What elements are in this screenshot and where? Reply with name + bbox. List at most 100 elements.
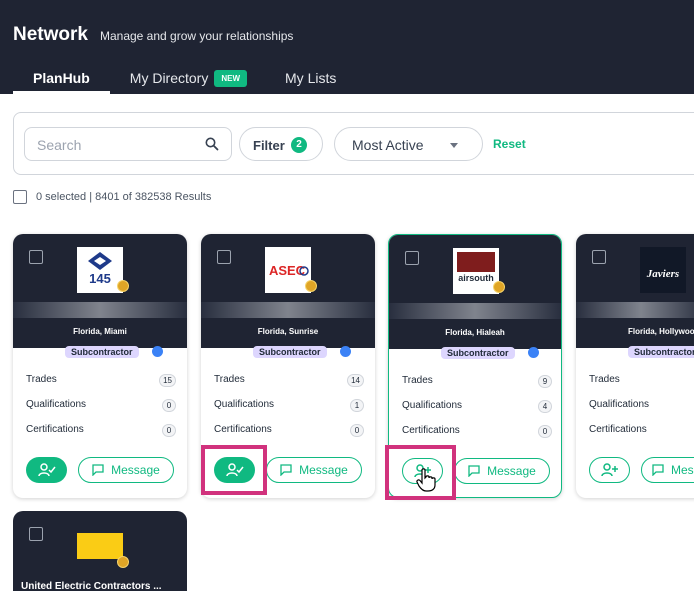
connected-button[interactable] bbox=[26, 457, 67, 483]
sort-value: Most Active bbox=[352, 137, 424, 153]
card-checkbox[interactable] bbox=[405, 251, 419, 265]
trades-row: Trades 9 bbox=[402, 375, 552, 400]
card-banner: 145 Florida, Miami bbox=[13, 234, 187, 348]
type-badge: Subcontractor bbox=[628, 346, 694, 358]
filter-label: Filter bbox=[253, 138, 285, 153]
message-button[interactable]: Message bbox=[266, 457, 362, 483]
info-icon bbox=[152, 346, 163, 357]
trades-count: 14 bbox=[347, 374, 364, 387]
certifications-count: 0 bbox=[162, 424, 176, 437]
tab-my-directory-label: My Directory bbox=[129, 70, 209, 86]
qualifications-count: 0 bbox=[162, 399, 176, 412]
trades-count: 15 bbox=[159, 374, 176, 387]
trades-label: Trades bbox=[402, 375, 433, 386]
qualifications-label: Qualifications bbox=[26, 399, 87, 410]
type-badge: Subcontractor bbox=[65, 346, 139, 358]
message-button[interactable]: Message bbox=[78, 457, 174, 483]
card-banner: ASEC Florida, Sunrise bbox=[201, 234, 375, 348]
trades-row: Trades 15 bbox=[26, 374, 176, 399]
search-icon[interactable] bbox=[205, 137, 219, 154]
connect-button[interactable] bbox=[589, 457, 630, 483]
search-placeholder: Search bbox=[37, 137, 82, 153]
card-checkbox[interactable] bbox=[592, 250, 606, 264]
type-badge: Subcontractor bbox=[253, 346, 327, 358]
trades-row: Trades bbox=[589, 374, 694, 399]
message-label: Message bbox=[111, 463, 160, 477]
message-label: Message bbox=[671, 463, 694, 477]
company-name-blurred bbox=[576, 302, 694, 318]
message-icon bbox=[652, 464, 664, 476]
message-label: Message bbox=[487, 464, 536, 478]
message-button[interactable]: Message bbox=[641, 457, 694, 483]
qualifications-count: 1 bbox=[350, 399, 364, 412]
card-stats: Trades 14 Qualifications 1 Certifications 0 bbox=[214, 374, 364, 449]
card-stats: Trades 9 Qualifications 4 Certifications 0 bbox=[402, 375, 552, 450]
message-icon bbox=[468, 465, 480, 477]
select-all-checkbox[interactable] bbox=[13, 190, 27, 204]
card-stats: Trades 15 Qualifications 0 Certifications 0 bbox=[26, 374, 176, 449]
certifications-label: Certifications bbox=[26, 424, 84, 435]
card-location: Florida, Sunrise bbox=[257, 327, 319, 336]
company-card[interactable]: United Electric Contractors ... bbox=[13, 511, 187, 591]
tab-my-directory[interactable]: My Directory NEW bbox=[129, 64, 248, 94]
page-subtitle: Manage and grow your relationships bbox=[99, 29, 294, 43]
trades-row: Trades 14 bbox=[214, 374, 364, 399]
svg-text:Javiers: Javiers bbox=[646, 268, 679, 280]
filter-button[interactable]: Filter 2 bbox=[239, 127, 323, 161]
svg-text:airsouth: airsouth bbox=[458, 273, 494, 283]
message-label: Message bbox=[299, 463, 348, 477]
filter-toolbar: Search Filter 2 Most Active Reset bbox=[13, 112, 694, 175]
info-icon bbox=[340, 346, 351, 357]
tab-bar: PlanHub My Directory NEW My Lists bbox=[13, 64, 374, 94]
company-name: United Electric Contractors ... bbox=[21, 581, 162, 591]
verified-icon bbox=[117, 280, 129, 292]
reset-link[interactable]: Reset bbox=[493, 137, 526, 151]
hand-cursor-icon bbox=[416, 468, 436, 492]
certifications-label: Certifications bbox=[402, 425, 460, 436]
search-input[interactable]: Search bbox=[24, 127, 232, 161]
company-card[interactable]: Javiers Florida, Hollywoo Subcontractor … bbox=[576, 234, 694, 498]
tab-planhub-label: PlanHub bbox=[33, 70, 90, 86]
card-checkbox[interactable] bbox=[29, 250, 43, 264]
card-location: Florida, Miami bbox=[73, 327, 127, 336]
network-header: Network Manage and grow your relationshi… bbox=[0, 0, 694, 94]
user-check-icon bbox=[37, 463, 56, 477]
qualifications-label: Qualifications bbox=[402, 400, 463, 411]
type-badge: Subcontractor bbox=[441, 347, 515, 359]
results-summary: 0 selected | 8401 of 382538 Results bbox=[13, 190, 211, 204]
message-icon bbox=[92, 464, 104, 476]
trades-label: Trades bbox=[589, 374, 620, 385]
card-checkbox[interactable] bbox=[29, 527, 43, 541]
page-title: Network bbox=[13, 24, 88, 45]
certifications-count: 0 bbox=[350, 424, 364, 437]
certifications-label: Certifications bbox=[214, 424, 272, 435]
trades-count: 9 bbox=[538, 375, 552, 388]
chevron-down-icon bbox=[450, 143, 458, 148]
verified-icon bbox=[493, 281, 505, 293]
tab-planhub[interactable]: PlanHub bbox=[13, 64, 110, 94]
filter-count-badge: 2 bbox=[291, 137, 307, 153]
message-button[interactable]: Message bbox=[454, 458, 550, 484]
company-name-blurred bbox=[13, 302, 187, 318]
card-banner: airsouth Florida, Hialeah bbox=[389, 235, 561, 349]
new-badge: NEW bbox=[214, 70, 248, 87]
highlight-box bbox=[201, 445, 267, 495]
company-name-blurred bbox=[201, 302, 375, 318]
certifications-row: Certifications 0 bbox=[26, 424, 176, 449]
qualifications-count: 4 bbox=[538, 400, 552, 413]
company-card[interactable]: 145 Florida, Miami Subcontractor Trades 1… bbox=[13, 234, 187, 498]
svg-text:145: 145 bbox=[89, 271, 111, 286]
qualifications-row: Qualifications 1 bbox=[214, 399, 364, 424]
message-icon bbox=[280, 464, 292, 476]
tab-my-lists-label: My Lists bbox=[285, 70, 337, 86]
qualifications-label: Qualifications bbox=[589, 399, 650, 410]
card-banner: Javiers Florida, Hollywoo bbox=[576, 234, 694, 348]
card-location: Florida, Hollywoo bbox=[628, 327, 694, 336]
card-stats: Trades Qualifications Certifications bbox=[589, 374, 694, 449]
trades-label: Trades bbox=[26, 374, 57, 385]
user-plus-icon bbox=[600, 463, 618, 477]
tab-my-lists[interactable]: My Lists bbox=[285, 64, 336, 94]
company-name-blurred bbox=[389, 303, 561, 319]
sort-select[interactable]: Most Active bbox=[334, 127, 483, 161]
card-checkbox[interactable] bbox=[217, 250, 231, 264]
